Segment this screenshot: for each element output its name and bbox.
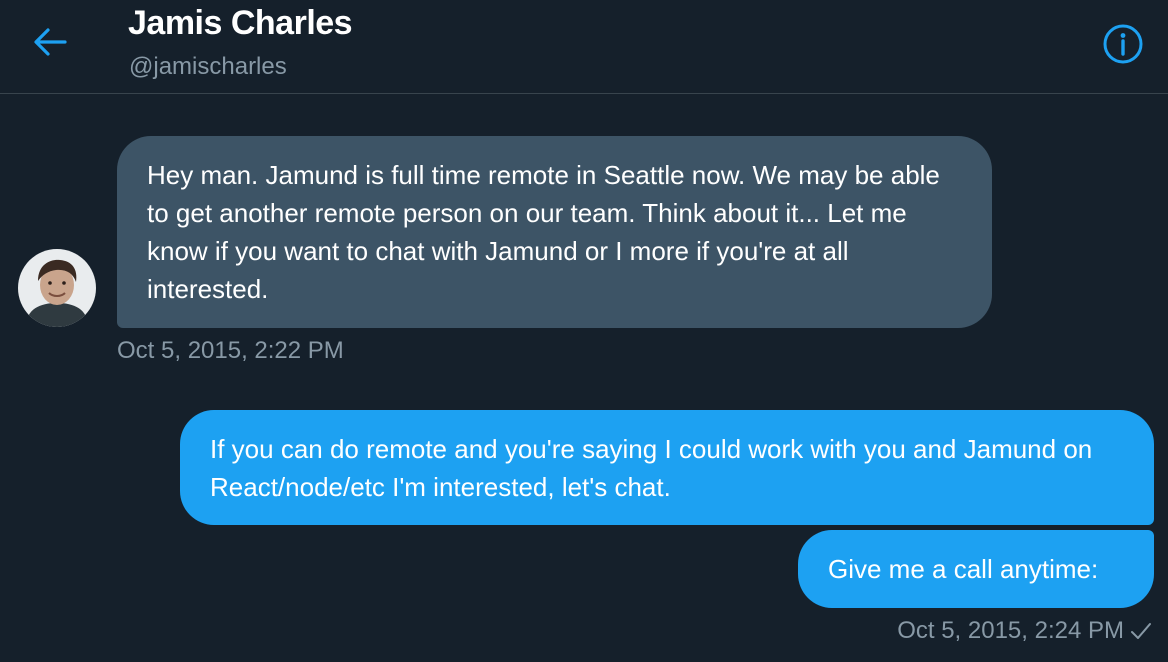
conversation-header: Jamis Charles @jamischarles	[0, 0, 1168, 94]
arrow-left-icon	[34, 28, 67, 56]
message-bubble-outgoing[interactable]: If you can do remote and you're saying I…	[180, 410, 1154, 525]
message-timestamp: Oct 5, 2015, 2:22 PM	[117, 337, 344, 364]
info-button[interactable]	[1102, 23, 1144, 65]
contact-name[interactable]: Jamis Charles	[128, 4, 353, 43]
contact-handle[interactable]: @jamischarles	[129, 53, 287, 81]
message-timestamp: Oct 5, 2015, 2:24 PM	[897, 617, 1124, 644]
back-button[interactable]	[26, 22, 74, 62]
message-status: Oct 5, 2015, 2:24 PM	[897, 617, 1152, 645]
avatar[interactable]	[18, 249, 96, 327]
checkmark-icon	[1131, 623, 1151, 639]
message-bubble-incoming[interactable]: Hey man. Jamund is full time remote in S…	[117, 136, 992, 328]
info-icon	[1103, 24, 1143, 64]
message-bubble-outgoing[interactable]: Give me a call anytime:	[798, 530, 1154, 608]
